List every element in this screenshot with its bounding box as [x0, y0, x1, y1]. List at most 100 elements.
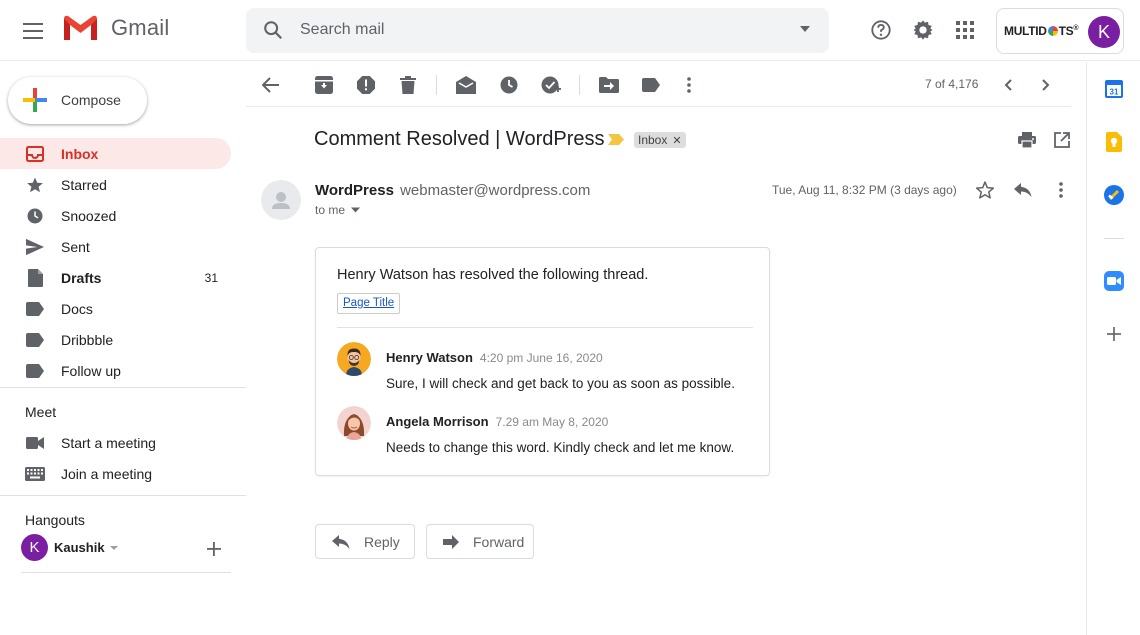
add-hangout-icon[interactable] [205, 540, 223, 558]
gmail-logo[interactable]: Gmail [62, 14, 169, 42]
henry-avatar-icon [337, 342, 371, 376]
settings-button[interactable] [908, 15, 938, 45]
newer-button[interactable] [996, 73, 1020, 97]
keep-icon [1106, 132, 1122, 152]
sidebar-item-docs[interactable]: Docs [0, 293, 231, 324]
email-subject: Comment Resolved | WordPress [314, 128, 605, 150]
email-date: Tue, Aug 11, 8:32 PM (3 days ago) [772, 183, 957, 197]
sidebar-item-snoozed[interactable]: Snoozed [0, 200, 231, 231]
older-button[interactable] [1034, 73, 1058, 97]
hangouts-section-title: Hangouts [25, 512, 85, 528]
more-vert-icon [687, 77, 691, 93]
report-spam-icon [357, 76, 375, 94]
search-options-icon[interactable] [799, 23, 811, 35]
page-title-link[interactable]: Page Title [337, 293, 401, 314]
chevron-down-icon[interactable] [351, 207, 361, 213]
brand-logo: MULTID TS® [1004, 24, 1079, 38]
search-icon[interactable] [262, 19, 284, 41]
avatar [337, 342, 371, 376]
angela-avatar-icon [337, 406, 371, 440]
open-new-window-button[interactable] [1051, 129, 1073, 151]
reply-label: Reply [364, 533, 400, 550]
svg-text:31: 31 [1110, 88, 1119, 97]
print-all-button[interactable] [1016, 129, 1038, 151]
sender-email: webmaster@wordpress.com [400, 182, 591, 199]
tasks-app-button[interactable] [1104, 185, 1124, 205]
comment-author: Henry Watson 4:20 pm June 16, 2020 [386, 350, 603, 365]
hangouts-user-name: Kaushik [54, 540, 105, 555]
reply-action-button[interactable]: Reply [315, 524, 415, 559]
sidebar-item-dribbble[interactable]: Dribbble [0, 324, 231, 355]
delete-button[interactable] [396, 73, 420, 97]
keep-app-button[interactable] [1104, 132, 1124, 152]
avatar[interactable]: K [1088, 16, 1120, 48]
hangouts-user[interactable]: K Kaushik [21, 534, 118, 561]
report-spam-button[interactable] [354, 73, 378, 97]
reply-icon [1014, 183, 1032, 197]
sidebar-item-follow-up[interactable]: Follow up [0, 355, 231, 386]
star-button[interactable] [974, 179, 996, 201]
get-addons-button[interactable] [1104, 324, 1124, 344]
compose-button[interactable]: Compose [8, 77, 147, 124]
calendar-icon: 31 [1105, 80, 1123, 98]
start-meeting-label: Start a meeting [61, 435, 156, 451]
compose-plus-icon [23, 88, 47, 112]
more-options-button[interactable] [677, 73, 701, 97]
chevron-left-icon [1004, 79, 1012, 91]
archive-button[interactable] [312, 73, 336, 97]
join-meeting-button[interactable]: Join a meeting [0, 458, 231, 489]
sidebar-item-label: Inbox [61, 146, 99, 162]
forward-action-button[interactable]: Forward [426, 524, 534, 559]
message-toolbar: 7 of 4,176 [246, 62, 1071, 107]
importance-marker-icon[interactable] [608, 134, 624, 145]
search-input[interactable]: Search mail [300, 21, 384, 39]
gear-icon [913, 20, 933, 40]
mark-unread-icon [456, 76, 476, 94]
account-switcher[interactable]: MULTID TS® K [996, 8, 1124, 54]
sidebar-item-label: Snoozed [61, 208, 117, 224]
sidebar-item-sent[interactable]: Sent [0, 231, 231, 262]
snooze-button[interactable] [497, 73, 521, 97]
plus-icon [1107, 327, 1121, 341]
comment-text: Needs to change this word. Kindly check … [386, 440, 735, 455]
remove-label-icon[interactable]: ✕ [672, 134, 681, 147]
avatar: K [21, 534, 48, 561]
search-bar[interactable]: Search mail [246, 8, 829, 53]
label-icon [25, 330, 45, 350]
sender-name: WordPress [315, 182, 394, 199]
calendar-app-button[interactable]: 31 [1104, 79, 1124, 99]
mark-unread-button[interactable] [454, 73, 478, 97]
message-more-button[interactable] [1050, 179, 1072, 201]
zoom-icon [1104, 271, 1124, 291]
main-menu-button[interactable] [14, 11, 54, 51]
sidebar-item-label: Starred [61, 177, 107, 193]
sender-avatar [261, 180, 301, 220]
sidebar-item-drafts[interactable]: Drafts 31 [0, 262, 231, 293]
sidebar-item-starred[interactable]: Starred [0, 169, 231, 200]
add-task-icon [541, 76, 561, 94]
add-to-tasks-button[interactable] [539, 73, 563, 97]
sidebar-item-inbox[interactable]: Inbox [0, 138, 231, 169]
trash-icon [400, 76, 416, 94]
sidebar-item-label: Drafts [61, 270, 102, 286]
sidebar-nav: Inbox Starred Snoozed Sent Drafts 31 Doc… [0, 138, 246, 386]
side-panel-divider [1104, 238, 1124, 239]
archive-icon [315, 76, 333, 94]
back-button[interactable] [259, 73, 283, 97]
label-icon [25, 299, 45, 319]
comment-text: Sure, I will check and get back to you a… [386, 376, 735, 391]
email-body-card: Henry Watson has resolved the following … [315, 247, 770, 476]
help-button[interactable] [866, 15, 896, 45]
forward-icon [443, 534, 459, 549]
draft-icon [25, 268, 45, 288]
reply-button[interactable] [1012, 179, 1034, 201]
start-meeting-button[interactable]: Start a meeting [0, 427, 231, 458]
compose-label: Compose [61, 92, 121, 108]
side-panel: 31 [1086, 62, 1140, 635]
zoom-app-button[interactable] [1104, 271, 1124, 291]
recipients[interactable]: to me [315, 203, 361, 217]
chevron-down-icon [109, 545, 118, 550]
move-to-button[interactable] [597, 73, 621, 97]
labels-button[interactable] [639, 73, 663, 97]
apps-button[interactable] [950, 15, 980, 45]
